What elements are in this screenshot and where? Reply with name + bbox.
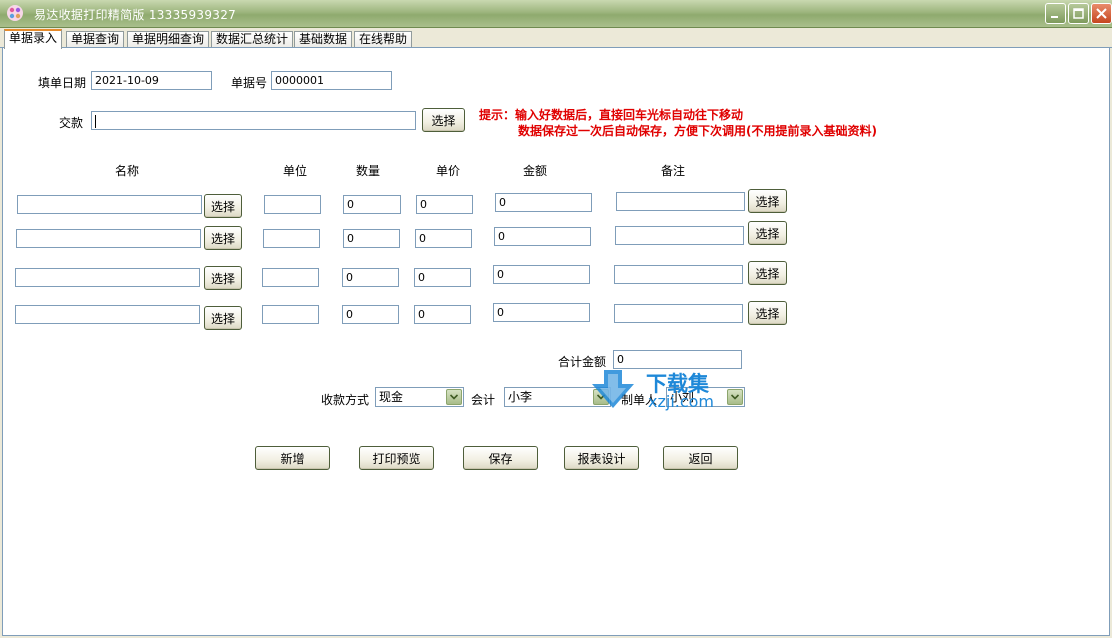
print-preview-button[interactable]: 打印预览 xyxy=(359,446,434,470)
hint-line-2: 数据保存过一次后自动保存，方便下次调用(不用提前录入基础资料) xyxy=(518,124,877,138)
row-1-qty-field[interactable]: 0 xyxy=(343,195,401,214)
tab-summary-stats[interactable]: 数据汇总统计 xyxy=(211,31,294,48)
payment-method-value: 现金 xyxy=(379,390,404,404)
column-header-price: 单价 xyxy=(436,164,461,178)
payment-method-dropdown-button[interactable] xyxy=(446,389,462,405)
row-3-qty-field[interactable]: 0 xyxy=(342,268,399,287)
minimize-icon xyxy=(1051,16,1058,18)
row-2-qty-field[interactable]: 0 xyxy=(343,229,400,248)
row-4-name-select-button[interactable]: 选择 xyxy=(204,306,242,330)
row-2-name-select-button[interactable]: 选择 xyxy=(204,226,242,250)
minimize-button[interactable] xyxy=(1045,3,1066,24)
row-1-name-select-button[interactable]: 选择 xyxy=(204,194,242,218)
receipt-number-field[interactable]: 0000001 xyxy=(271,71,392,90)
row-2-name-field[interactable] xyxy=(16,229,201,248)
payment-method-select[interactable]: 现金 xyxy=(375,387,464,407)
close-icon xyxy=(1096,8,1107,19)
row-4-name-field[interactable] xyxy=(15,305,200,324)
row-4-qty-field[interactable]: 0 xyxy=(342,305,399,324)
maximize-icon xyxy=(1073,8,1084,19)
row-3-remark-field[interactable] xyxy=(614,265,743,284)
column-header-name: 名称 xyxy=(115,164,140,178)
row-1-remark-field[interactable] xyxy=(616,192,745,211)
receipt-number-label: 单据号 xyxy=(231,76,268,90)
back-button[interactable]: 返回 xyxy=(663,446,738,470)
payment-method-label: 收款方式 xyxy=(321,393,370,407)
watermark-text-2: xzji.com xyxy=(648,392,715,411)
tab-base-data[interactable]: 基础数据 xyxy=(294,31,353,48)
payer-select-button[interactable]: 选择 xyxy=(422,108,465,132)
date-label: 填单日期 xyxy=(38,76,87,90)
column-header-unit: 单位 xyxy=(283,164,308,178)
row-1-amount-field[interactable]: 0 xyxy=(495,193,592,212)
row-4-amount-field[interactable]: 0 xyxy=(493,303,590,322)
column-header-qty: 数量 xyxy=(356,164,381,178)
row-3-unit-field[interactable] xyxy=(262,268,319,287)
accountant-label: 会计 xyxy=(471,393,496,407)
total-amount-field[interactable]: 0 xyxy=(613,350,742,369)
row-1-unit-field[interactable] xyxy=(264,195,321,214)
download-arrow-icon xyxy=(592,370,634,408)
row-2-price-field[interactable]: 0 xyxy=(415,229,472,248)
tab-detail-query[interactable]: 单据明细查询 xyxy=(127,31,210,48)
title-bar: 易达收据打印精简版 13335939327 xyxy=(0,0,1112,28)
maximize-button[interactable] xyxy=(1068,3,1089,24)
tab-receipt-query[interactable]: 单据查询 xyxy=(66,31,125,48)
row-3-name-field[interactable] xyxy=(15,268,200,287)
row-2-remark-field[interactable] xyxy=(615,226,744,245)
row-2-amount-field[interactable]: 0 xyxy=(494,227,591,246)
window-title: 易达收据打印精简版 13335939327 xyxy=(34,8,237,22)
payer-field[interactable] xyxy=(91,111,416,130)
text-cursor xyxy=(95,114,96,128)
row-1-price-field[interactable]: 0 xyxy=(416,195,473,214)
row-1-remark-select-button[interactable]: 选择 xyxy=(748,189,787,213)
hint-line-1: 提示：输入好数据后，直接回车光标自动往下移动 xyxy=(479,108,744,122)
row-4-remark-field[interactable] xyxy=(614,304,743,323)
new-button[interactable]: 新增 xyxy=(255,446,330,470)
watermark: 下载集 xzji.com xyxy=(590,368,740,412)
chevron-down-icon xyxy=(450,394,458,400)
payer-label: 交款 xyxy=(59,116,84,130)
column-header-remark: 备注 xyxy=(661,164,686,178)
app-icon xyxy=(7,5,23,21)
row-4-remark-select-button[interactable]: 选择 xyxy=(748,301,787,325)
accountant-value: 小李 xyxy=(508,390,533,404)
column-header-amount: 金额 xyxy=(523,164,548,178)
date-field[interactable]: 2021-10-09 xyxy=(91,71,212,90)
row-2-unit-field[interactable] xyxy=(263,229,320,248)
row-3-price-field[interactable]: 0 xyxy=(414,268,471,287)
row-3-remark-select-button[interactable]: 选择 xyxy=(748,261,787,285)
row-3-amount-field[interactable]: 0 xyxy=(493,265,590,284)
close-button[interactable] xyxy=(1091,3,1112,24)
row-4-price-field[interactable]: 0 xyxy=(414,305,471,324)
row-4-unit-field[interactable] xyxy=(262,305,319,324)
row-1-name-field[interactable] xyxy=(17,195,202,214)
tab-receipt-entry[interactable]: 单据录入 xyxy=(4,29,63,49)
row-2-remark-select-button[interactable]: 选择 xyxy=(748,221,787,245)
tab-online-help[interactable]: 在线帮助 xyxy=(354,31,413,48)
save-button[interactable]: 保存 xyxy=(463,446,538,470)
tab-strip: 单据录入 单据查询 单据明细查询 数据汇总统计 基础数据 在线帮助 xyxy=(0,28,1112,49)
report-design-button[interactable]: 报表设计 xyxy=(564,446,639,470)
row-3-name-select-button[interactable]: 选择 xyxy=(204,266,242,290)
